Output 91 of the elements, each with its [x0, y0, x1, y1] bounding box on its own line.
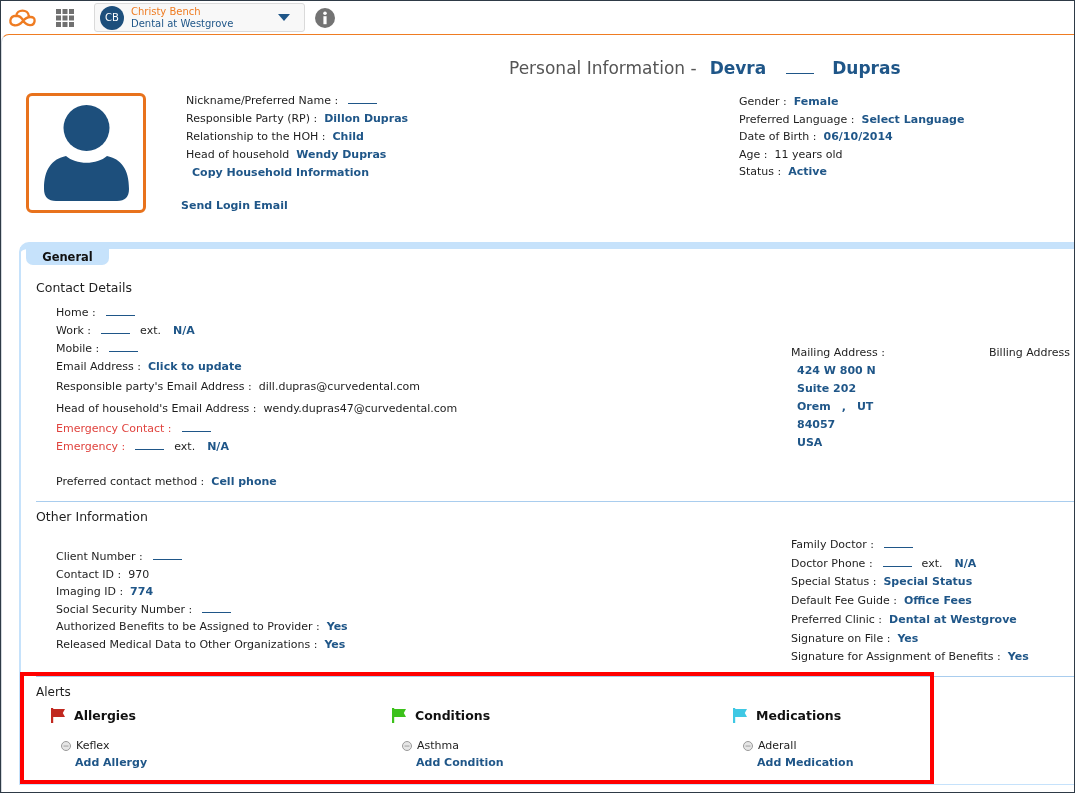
- field-value: wendy.dupras47@curvedental.com: [263, 401, 458, 417]
- field-value-link[interactable]: Active: [788, 163, 827, 181]
- field-value: 11 years old: [774, 146, 843, 163]
- field-label: Preferred Clinic :: [791, 611, 883, 628]
- field-label: Gender :: [739, 94, 787, 110]
- field-value-link[interactable]: Special Status: [883, 573, 973, 593]
- info-icon[interactable]: [315, 7, 335, 28]
- field-value-link[interactable]: 06/10/2014: [823, 128, 893, 146]
- tab[interactable]: General: [26, 249, 109, 265]
- minus-circle-icon[interactable]: [743, 740, 753, 751]
- field-label: Relationship to the HOH :: [186, 129, 326, 145]
- alert-item: Asthma: [417, 737, 459, 754]
- field-value-link[interactable]: Yes: [1007, 648, 1029, 667]
- field-label: Home :: [56, 305, 96, 321]
- add-alert-link[interactable]: Add Medication: [757, 753, 854, 772]
- field-label: Head of household: [186, 147, 290, 163]
- address-line: USA: [796, 435, 823, 451]
- field-label: Work :: [56, 323, 92, 339]
- field-value-link[interactable]: Office Fees: [903, 592, 972, 611]
- field-label: Released Medical Data to Other Organizations :: [56, 636, 318, 653]
- field-label: Authorized Benefits to be Assigned to Provider :: [56, 619, 320, 636]
- field-label: Special Status :: [791, 574, 877, 591]
- field-value-link[interactable]: Child: [332, 128, 364, 146]
- app-grid-icon[interactable]: [56, 8, 74, 27]
- field-value: 970: [128, 566, 150, 583]
- alert-item: Aderall: [758, 737, 797, 754]
- extension-label: ext.: [140, 323, 161, 339]
- field-label: Nickname/Preferred Name :: [186, 93, 339, 109]
- field-label: Emergency Contact :: [56, 421, 172, 437]
- field-value: dill.dupras@curvedental.com: [258, 379, 420, 395]
- extension-value-link[interactable]: N/A: [207, 438, 229, 456]
- field-label: Age :: [739, 146, 768, 163]
- patient-name: Dupras: [832, 57, 901, 79]
- address-line: 424 W 800 N: [796, 363, 876, 379]
- field-label: Date of Birth :: [739, 129, 817, 145]
- field-value-link[interactable]: Yes: [326, 618, 348, 636]
- field-label: Doctor Phone :: [791, 555, 873, 572]
- address-line: Orem , UT: [796, 399, 874, 415]
- minus-circle-icon[interactable]: [402, 740, 412, 751]
- field-value-link[interactable]: Cell phone: [211, 473, 277, 491]
- field-label: Email Address :: [56, 359, 142, 375]
- mailing-address-label: Mailing Address :: [791, 345, 886, 361]
- add-alert-link[interactable]: Add Condition: [416, 753, 504, 772]
- field-label: Client Number :: [56, 549, 143, 565]
- extension-value-link[interactable]: N/A: [954, 554, 977, 574]
- alert-group-title: Conditions: [415, 708, 491, 724]
- extension-label: ext.: [174, 439, 196, 455]
- page-title: Personal Information -: [509, 57, 697, 79]
- field-label: Preferred Language :: [739, 111, 855, 128]
- minus-circle-icon[interactable]: [61, 740, 71, 751]
- field-label: Social Security Number :: [56, 601, 193, 618]
- alert-item: Keflex: [76, 737, 110, 754]
- field-value-link[interactable]: Dental at Westgrove: [889, 610, 1017, 630]
- field-label: Family Doctor :: [791, 537, 874, 553]
- field-value-link[interactable]: Click to update: [148, 358, 242, 376]
- field-label: Head of household's Email Address :: [56, 401, 257, 417]
- extension-label: ext.: [921, 555, 943, 572]
- field-label: Mobile :: [56, 341, 100, 357]
- field-value-link[interactable]: Female: [793, 93, 839, 111]
- section-heading: Other Information: [36, 509, 149, 525]
- field-value-link[interactable]: 774: [130, 583, 154, 601]
- field-label: Responsible party's Email Address :: [56, 379, 252, 395]
- field-label: Status :: [739, 164, 782, 180]
- send-login-email-link[interactable]: Send Login Email: [181, 197, 288, 215]
- billing-address-label: Billing Address: [989, 345, 1071, 361]
- section-heading: Alerts: [36, 683, 72, 700]
- action-link[interactable]: Copy Household Information: [192, 164, 369, 182]
- field-value-link[interactable]: Yes: [324, 635, 346, 654]
- field-value-link[interactable]: Yes: [897, 629, 919, 649]
- field-label: Contact ID :: [56, 566, 122, 583]
- field-value-link[interactable]: Wendy Dupras: [296, 146, 387, 164]
- address-line: Suite 202: [796, 381, 857, 397]
- alert-group-title: Allergies: [74, 708, 137, 724]
- field-label: Imaging ID :: [56, 584, 124, 601]
- patient-name: Devra: [709, 57, 767, 79]
- field-value-link[interactable]: Dillon Dupras: [324, 110, 409, 128]
- user-practice-selector[interactable]: CB Christy Bench Dental at Westgrove: [94, 3, 305, 32]
- field-label: Signature for Assignment of Benefits :: [791, 649, 1001, 666]
- address-line: 84057: [796, 417, 836, 433]
- section-heading: Contact Details: [36, 280, 133, 296]
- field-label: Emergency :: [56, 439, 126, 455]
- extension-value-link[interactable]: N/A: [172, 322, 195, 340]
- field-label: Preferred contact method :: [56, 474, 205, 490]
- alert-group-title: Medications: [756, 708, 842, 724]
- field-label: Responsible Party (RP) :: [186, 111, 318, 127]
- avatar-initials: CB: [100, 5, 124, 30]
- field-label: Default Fee Guide :: [791, 593, 897, 610]
- caret-icon: [278, 14, 290, 21]
- add-alert-link[interactable]: Add Allergy: [75, 753, 148, 772]
- field-label: Signature on File :: [791, 630, 891, 647]
- field-value-link[interactable]: Select Language: [861, 110, 965, 128]
